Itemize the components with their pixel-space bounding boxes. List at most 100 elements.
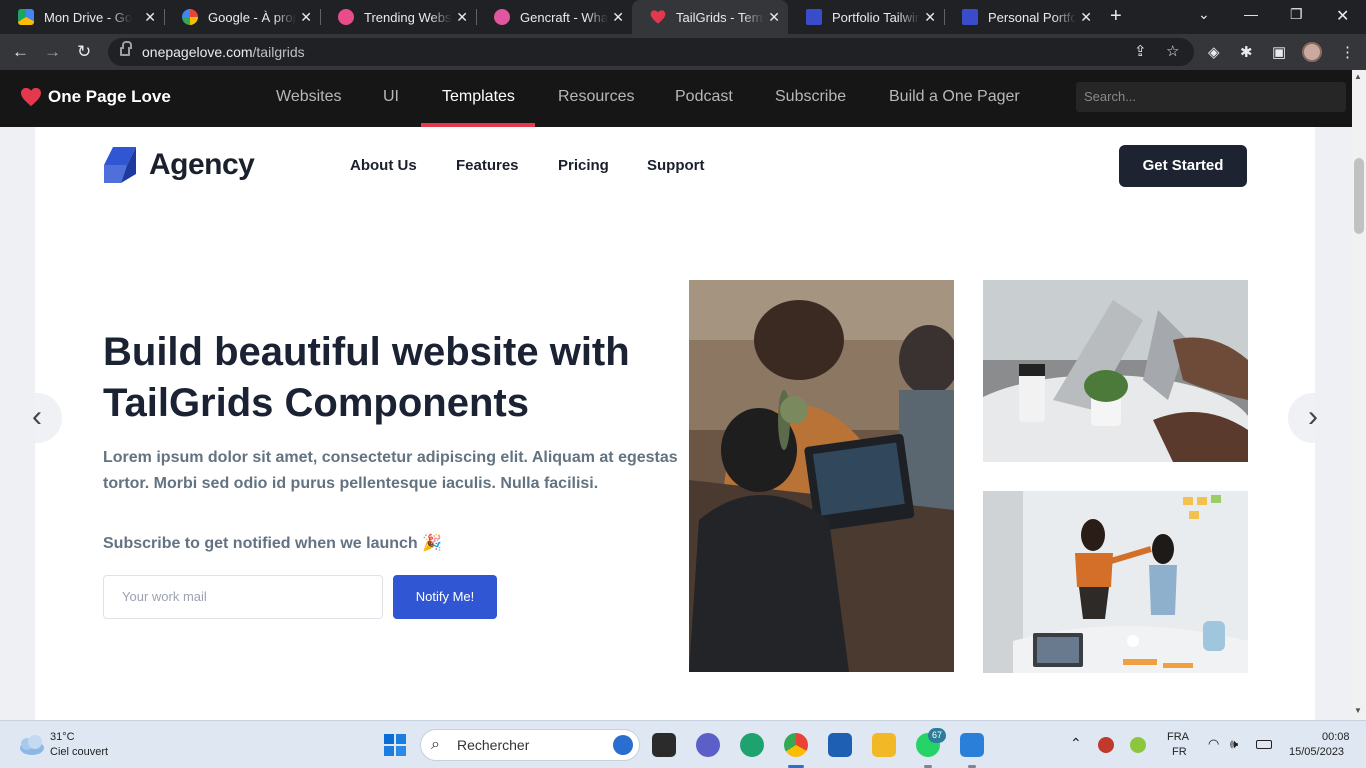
tab-title: Google - À propos (208, 9, 296, 25)
input-language[interactable]: FRA (1167, 731, 1189, 743)
weather-desc: Ciel couvert (50, 746, 109, 758)
tab-personal-portfolio[interactable]: Personal Portfolio ✕ (944, 0, 1100, 34)
site-favicon-icon (962, 9, 978, 25)
nav-features[interactable]: Features (456, 157, 519, 174)
bing-icon[interactable] (613, 735, 633, 755)
share-icon[interactable]: ⇪ (1134, 38, 1147, 66)
dribbble-icon (338, 9, 354, 25)
tab-gencraft[interactable]: Gencraft - What will you create ✕ (476, 0, 632, 34)
opl-nav-subscribe[interactable]: Subscribe (775, 88, 846, 106)
forward-icon[interactable]: → (44, 42, 61, 62)
opl-nav-podcast[interactable]: Podcast (675, 88, 733, 106)
scroll-down-icon[interactable]: ▼ (1354, 706, 1362, 715)
tab-search-icon[interactable]: ⌄ (1198, 6, 1210, 23)
tab-tailgrids[interactable]: TailGrids - Templates ✕ (632, 0, 788, 34)
previous-slide-button[interactable]: ‹ (12, 393, 62, 443)
tab-google-drive[interactable]: Mon Drive - Google Drive ✕ (0, 0, 164, 34)
profile-avatar[interactable] (1302, 42, 1322, 62)
new-tab-button[interactable]: + (1110, 5, 1122, 28)
get-started-button[interactable]: Get Started (1119, 145, 1247, 187)
nav-pricing[interactable]: Pricing (558, 157, 609, 174)
edge-icon[interactable] (740, 733, 764, 757)
security-tray-icon[interactable] (1098, 737, 1114, 753)
close-tab-icon[interactable]: ✕ (612, 9, 624, 26)
next-slide-button[interactable]: › (1288, 393, 1338, 443)
google-drive-icon (18, 9, 34, 25)
url-bar[interactable]: onepagelove.com/tailgrids ⇪ ☆ (108, 38, 1194, 66)
keyboard-layout[interactable]: FR (1172, 746, 1187, 758)
opl-nav-websites[interactable]: Websites (276, 88, 342, 106)
close-tab-icon[interactable]: ✕ (1080, 9, 1092, 26)
hero-title: Build beautiful website with TailGrids C… (103, 330, 630, 425)
opl-nav-templates[interactable]: Templates (442, 88, 515, 106)
opl-search-input[interactable]: Search... (1076, 82, 1346, 112)
hero-description: Lorem ipsum dolor sit amet, consectetur … (103, 449, 678, 492)
whiteboard-meeting-photo (983, 491, 1248, 673)
file-explorer-icon[interactable] (872, 733, 896, 757)
tab-title: TailGrids - Templates (676, 9, 764, 25)
close-tab-icon[interactable]: ✕ (300, 9, 312, 26)
app-tray-icon[interactable] (1130, 737, 1146, 753)
work-mail-input[interactable]: Your work mail (103, 575, 383, 619)
opl-nav-build[interactable]: Build a One Pager (889, 88, 1020, 106)
windows-start-icon[interactable] (384, 734, 406, 756)
clock-time[interactable]: 00:08 (1322, 731, 1350, 743)
page-scrollbar[interactable]: ▲ ▼ (1352, 70, 1366, 720)
opl-nav-ui[interactable]: UI (383, 88, 399, 106)
tab-title: Mon Drive - Google Drive (44, 9, 132, 25)
agency-brand: Agency (149, 148, 255, 181)
side-panel-icon[interactable]: ▣ (1272, 43, 1286, 61)
show-hidden-icons-icon[interactable]: ⌃ (1070, 735, 1082, 752)
scroll-up-icon[interactable]: ▲ (1354, 72, 1362, 81)
close-tab-icon[interactable]: ✕ (768, 9, 780, 26)
taskbar-search[interactable]: ⌕ Rechercher (420, 729, 640, 761)
tab-title: Trending Websites (364, 9, 452, 25)
back-icon[interactable]: ← (12, 42, 29, 62)
minimize-icon[interactable]: — (1244, 6, 1258, 22)
chat-icon[interactable] (696, 733, 720, 757)
notify-me-button[interactable]: Notify Me! (393, 575, 497, 619)
tab-google[interactable]: Google - À propos ✕ (164, 0, 320, 34)
bookmark-star-icon[interactable]: ☆ (1166, 38, 1179, 66)
browser-menu-icon[interactable]: ⋮ (1340, 43, 1355, 61)
weather-cloud-icon[interactable] (16, 733, 46, 757)
clock-date[interactable]: 15/05/2023 (1289, 746, 1344, 758)
taskbar-search-label: Rechercher (457, 737, 530, 753)
task-view-icon[interactable] (652, 733, 676, 757)
browser-tab-bar: Mon Drive - Google Drive ✕ Google - À pr… (0, 0, 1366, 34)
nav-about-us[interactable]: About Us (350, 157, 417, 174)
volume-icon[interactable]: 🕪 (1230, 736, 1238, 752)
close-tab-icon[interactable]: ✕ (456, 9, 468, 26)
opl-logo[interactable]: One Page Love (20, 87, 171, 107)
battery-icon[interactable] (1256, 740, 1272, 749)
store-icon[interactable] (828, 733, 852, 757)
url-domain: onepagelove.com (142, 44, 253, 60)
chrome-icon[interactable] (784, 733, 808, 757)
lock-icon (120, 41, 132, 56)
tab-dribbble[interactable]: Trending Websites ✕ (320, 0, 476, 34)
opl-brand: One Page Love (48, 87, 171, 106)
tab-portfolio-tailwind[interactable]: Portfolio Tailwind ✕ (788, 0, 944, 34)
close-window-icon[interactable]: ✕ (1336, 6, 1349, 26)
extension-shield-icon[interactable]: ◈ (1208, 43, 1220, 61)
extensions-puzzle-icon[interactable]: ✱ (1240, 43, 1253, 61)
mail-icon[interactable] (960, 733, 984, 757)
close-tab-icon[interactable]: ✕ (924, 9, 936, 26)
wifi-icon[interactable]: ◠ (1208, 736, 1219, 752)
agency-logo[interactable]: Agency (103, 146, 255, 184)
windows-taskbar: 31°C Ciel couvert ⌕ Rechercher 67 ⌃ FRA … (0, 720, 1366, 768)
nav-support[interactable]: Support (647, 157, 705, 174)
opl-header: One Page Love Websites UI Templates Reso… (0, 70, 1352, 127)
site-favicon-icon (806, 9, 822, 25)
opl-nav-resources[interactable]: Resources (558, 88, 634, 106)
template-preview: Agency About Us Features Pricing Support… (0, 127, 1352, 720)
tab-title: Portfolio Tailwind (832, 9, 920, 25)
reload-icon[interactable]: ↻ (77, 42, 91, 62)
maximize-icon[interactable]: ❐ (1290, 6, 1303, 23)
scrollbar-thumb[interactable] (1354, 158, 1364, 234)
close-tab-icon[interactable]: ✕ (144, 9, 156, 26)
url-path: /tailgrids (252, 44, 305, 60)
weather-temp: 31°C (50, 731, 75, 743)
tab-title: Personal Portfolio (988, 9, 1076, 25)
whatsapp-badge: 67 (928, 728, 946, 743)
